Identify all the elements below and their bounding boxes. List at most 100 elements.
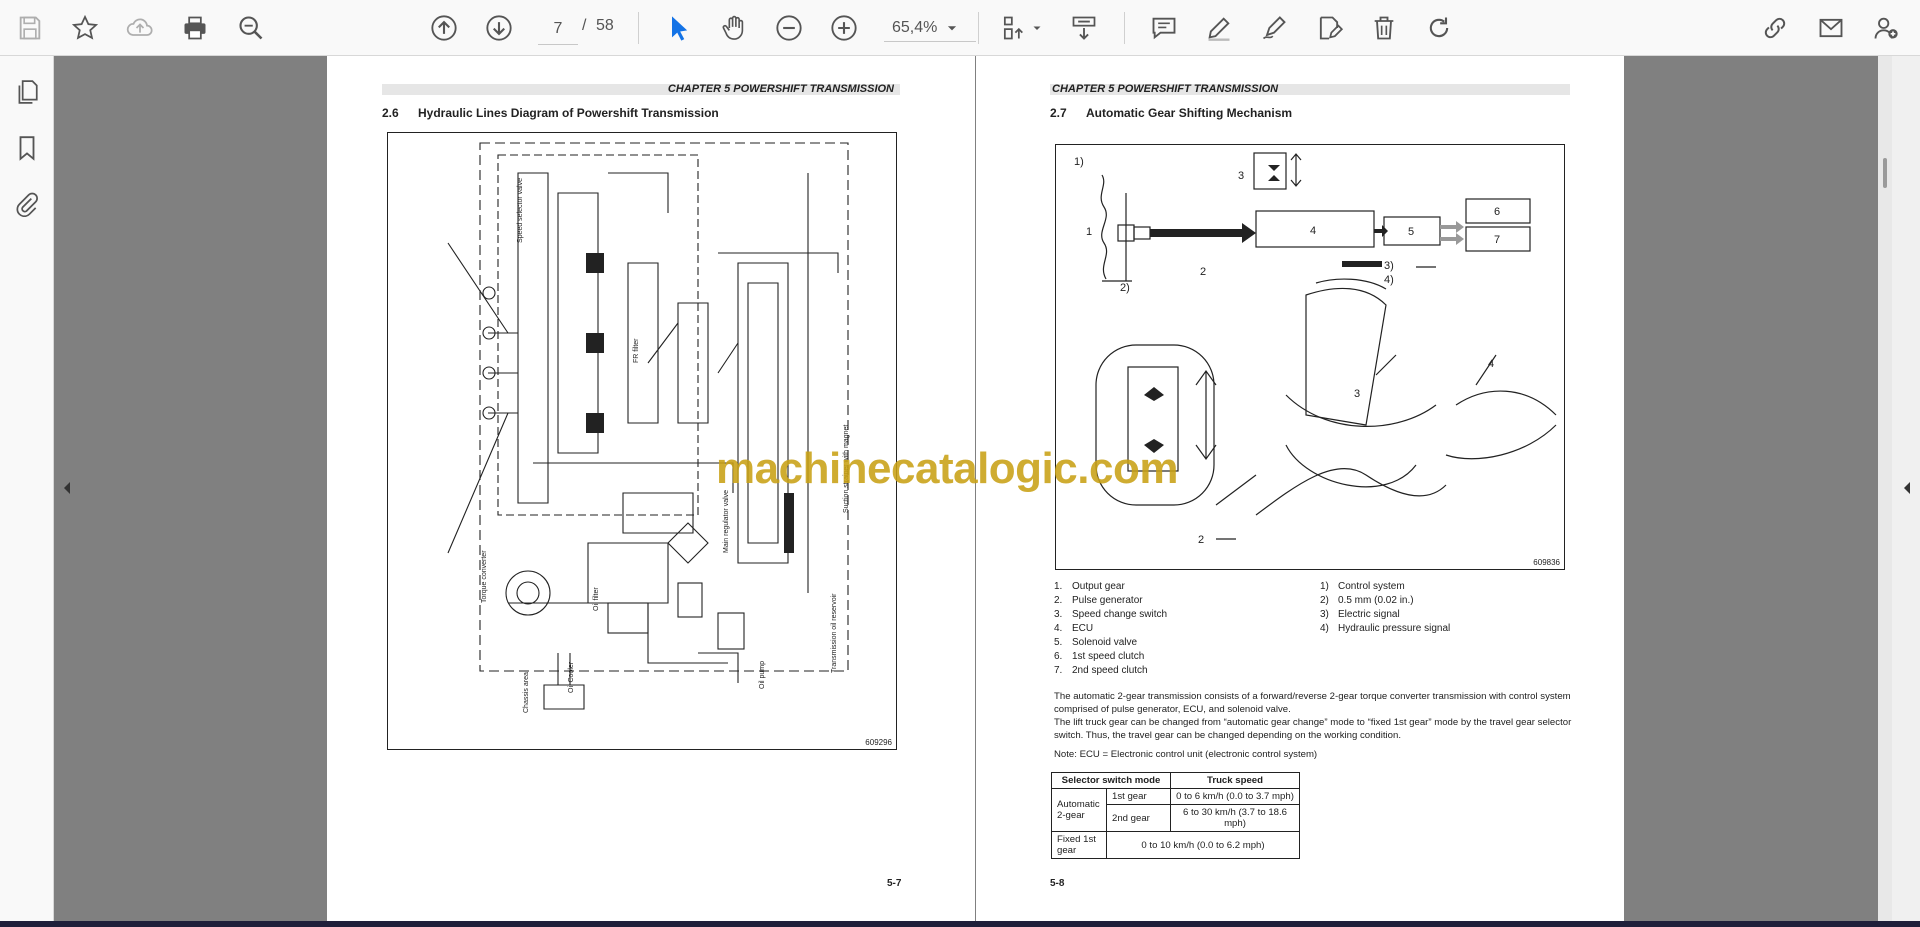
table-cell: 6 to 30 km/h (3.7 to 18.6 mph) (1170, 804, 1300, 832)
speed-table: Selector switch mode Truck speed Automat… (1051, 772, 1300, 859)
figure-id: 609836 (1533, 558, 1560, 567)
pages-icon[interactable] (11, 76, 43, 108)
diagram-label-pulse-generator: 2 (1200, 266, 1206, 278)
legend-item: 7. 2nd speed clutch (1054, 665, 1148, 676)
chevron-down-icon[interactable] (1030, 10, 1044, 46)
page-total: 58 (596, 17, 614, 34)
scrollbar-thumb[interactable] (1883, 158, 1887, 188)
table-header: Selector switch mode (1051, 772, 1171, 789)
legend-item: 2) 0.5 mm (0.02 in.) (1320, 595, 1414, 606)
diagram-label-hydraulic-signal: 4) (1384, 274, 1394, 286)
watermark: machinecatalogic.com (716, 444, 1178, 493)
page-number: 5-7 (887, 878, 902, 889)
section-heading: 2.6 Hydraulic Lines Diagram of Powershift… (382, 106, 719, 120)
collapse-left-panel-icon[interactable] (62, 481, 72, 495)
arrow-down-circle-icon[interactable] (481, 10, 517, 46)
diagram-label-1st-clutch: 6 (1494, 206, 1500, 218)
legend-item: 5. Solenoid valve (1054, 637, 1138, 648)
diagram-label-illustration-4: 4 (1488, 358, 1494, 370)
diagram-label-speed-switch: 3 (1238, 170, 1244, 182)
comment-icon[interactable] (1146, 10, 1182, 46)
table-cell: 0 to 6 km/h (0.0 to 3.7 mph) (1170, 788, 1300, 805)
legend-item: 3. Speed change switch (1054, 609, 1168, 620)
share-link-icon[interactable] (1757, 10, 1793, 46)
paragraph: The automatic 2-gear transmission consis… (1054, 691, 1571, 715)
note: Note: ECU = Electronic control unit (ele… (1054, 749, 1318, 760)
diagram-label-oil-cooler: Oil Cooler (568, 661, 575, 693)
legend-item: 6. 1st speed clutch (1054, 651, 1145, 662)
legend-item: 2. Pulse generator (1054, 595, 1143, 606)
section-number: 2.7 (1050, 106, 1067, 120)
table-cell: Fixed 1st gear (1051, 831, 1107, 859)
table-cell: 0 to 10 km/h (0.0 to 6.2 mph) (1106, 831, 1300, 859)
diagram-label-control-system: 1) (1074, 156, 1084, 168)
toolbar-divider (978, 12, 979, 44)
legend-item: 1. Output gear (1054, 581, 1125, 592)
diagram-label-speed-selector: Speed selector valve (517, 178, 524, 243)
section-title: Automatic Gear Shifting Mechanism (1086, 106, 1293, 120)
pen-icon[interactable] (1201, 10, 1237, 46)
hydraulic-diagram: Torque converter Oil filter Oil Cooler O… (447, 142, 850, 713)
diagram-label-transmission-reservoir: Transmission oil reservoir (831, 593, 838, 673)
cloud-upload-icon[interactable] (122, 10, 158, 46)
legend-item: 4) Hydraulic pressure signal (1320, 623, 1451, 634)
legend-item: 1) Control system (1320, 581, 1405, 592)
diagram-label-output-gear: 1 (1086, 226, 1092, 238)
edit-document-icon[interactable] (1311, 10, 1347, 46)
page-number: 5-8 (1050, 878, 1065, 889)
left-navigation-rail (0, 56, 54, 921)
table-cell: Automatic 2-gear (1051, 788, 1107, 832)
table-row: Fixed 1st gear 0 to 10 km/h (0.0 to 6.2 … (1051, 831, 1300, 859)
table-row: Automatic 2-gear 1st gear 0 to 6 km/h (0… (1051, 788, 1300, 832)
minus-circle-icon[interactable] (771, 10, 807, 46)
redo-icon[interactable] (1421, 10, 1457, 46)
chevron-down-icon[interactable] (942, 10, 962, 46)
diagram-label-oil-pump: Oil pump (759, 661, 766, 689)
fit-page-icon[interactable] (995, 10, 1031, 46)
chapter-header: CHAPTER 5 POWERSHIFT TRANSMISSION (382, 84, 900, 95)
toolbar-divider (1124, 12, 1125, 44)
attachment-icon[interactable] (11, 188, 43, 220)
diagram-label-fr-filter: FR filter (633, 338, 640, 363)
diagram-label-illustration-3: 3 (1354, 388, 1360, 400)
diagram-label-electric-signal: 3) (1384, 260, 1394, 272)
table-header: Truck speed (1170, 772, 1300, 789)
hand-icon[interactable] (716, 10, 752, 46)
save-icon[interactable] (12, 10, 48, 46)
expand-right-panel-icon[interactable] (1902, 481, 1912, 495)
zoom-level-input[interactable] (884, 14, 976, 42)
top-toolbar: / 58 (0, 0, 1920, 56)
legend-item: 4. ECU (1054, 623, 1094, 634)
diagram-label-solenoid: 5 (1408, 226, 1414, 238)
cursor-icon[interactable] (661, 10, 697, 46)
plus-circle-icon[interactable] (826, 10, 862, 46)
print-icon[interactable] (177, 10, 213, 46)
legend-signals: 1) Control system 2) 0.5 mm (0.02 in.) 3) E… (1320, 580, 1450, 636)
paragraph: The lift truck gear can be changed from … (1054, 717, 1572, 741)
figure-id: 609296 (865, 738, 892, 747)
diagram-label-main-regulator: Main regulator valve (723, 490, 730, 553)
zoom-search-icon[interactable] (233, 10, 269, 46)
diagram-label-illustration-2: 2 (1198, 534, 1204, 546)
table-cell: 2nd gear (1106, 804, 1171, 832)
diagram-label-torque-converter: Torque converter (481, 550, 488, 603)
bookmark-icon[interactable] (11, 132, 43, 164)
trash-icon[interactable] (1366, 10, 1402, 46)
arrow-up-circle-icon[interactable] (426, 10, 462, 46)
add-user-icon[interactable] (1868, 10, 1904, 46)
legend-components: 1. Output gear 2. Pulse generator 3. Speed … (1054, 580, 1167, 678)
mail-icon[interactable] (1813, 10, 1849, 46)
diagram-label-2nd-clutch: 7 (1494, 234, 1500, 246)
page-number-input[interactable] (538, 14, 578, 45)
scroll-mode-icon[interactable] (1066, 10, 1102, 46)
star-icon[interactable] (67, 10, 103, 46)
diagram-label-ecu: 4 (1310, 225, 1316, 237)
taskbar-strip (0, 921, 1920, 927)
section-title: Hydraulic Lines Diagram of Powershift Tr… (418, 106, 719, 120)
gear-shifting-diagram: 1) 1 2 2) 3 4 5 6 7 3) 4) 2 3 4 (1074, 152, 1557, 546)
table-cell: 1st gear (1106, 788, 1171, 805)
draw-icon[interactable] (1256, 10, 1292, 46)
diagram-label-chassis: Chassis area (523, 672, 530, 713)
section-number: 2.6 (382, 106, 399, 120)
toolbar-divider (638, 12, 639, 44)
